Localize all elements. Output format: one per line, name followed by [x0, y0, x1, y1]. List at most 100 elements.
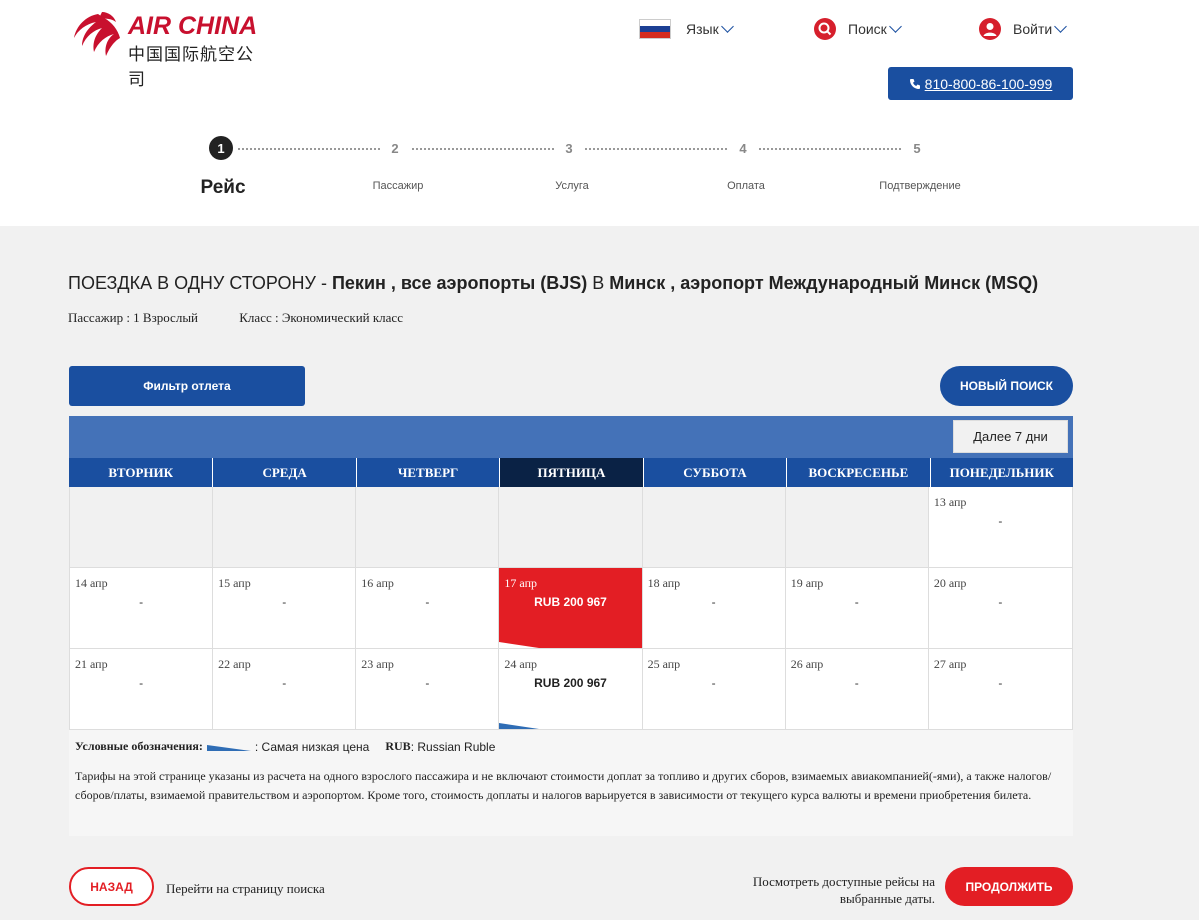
login-label: Войти	[1013, 21, 1053, 37]
day-price: -	[854, 676, 859, 690]
login-menu[interactable]: Войти	[979, 16, 1068, 42]
day-date: 21 апр	[75, 657, 108, 671]
day-price: -	[998, 514, 1003, 528]
fare-notes: Тарифы на этой странице указаны из расче…	[75, 769, 1052, 802]
calendar-day-cell[interactable]: 22 апр -	[213, 649, 357, 730]
step-1-label: Рейс	[200, 177, 246, 198]
day-price: RUB 200 967	[534, 595, 607, 609]
day-price: -	[854, 595, 859, 609]
search-menu[interactable]: Поиск	[814, 16, 902, 42]
lowest-price-marker-icon	[499, 642, 540, 648]
calendar-day-cell[interactable]: 24 апр RUB 200 967	[499, 649, 643, 730]
brand-name: AIR CHINA	[128, 12, 258, 40]
calendar-day-cell[interactable]: 17 апр RUB 200 967	[499, 568, 643, 649]
day-date: 19 апр	[790, 576, 824, 590]
calendar-day-cell[interactable]: 21 апр -	[70, 649, 214, 730]
calendar-cell-empty	[642, 487, 786, 568]
step-2-label: Пассажир	[372, 180, 424, 192]
calendar-day-cell[interactable]: 15 апр -	[213, 568, 357, 649]
continue-button[interactable]: ПРОДОЛЖИТЬ	[945, 867, 1073, 906]
day-price: -	[282, 595, 287, 609]
day-price: -	[998, 595, 1003, 609]
day-date: 23 апр	[361, 657, 394, 671]
legend-currency-name: : Russian Ruble	[410, 739, 496, 754]
day-date: 15 апр	[218, 576, 251, 590]
legend-title: Условные обозначения:	[75, 739, 203, 753]
trip-meta: Пассажир : 1 Взрослый Класс : Экономичес…	[68, 310, 441, 326]
step-connector	[412, 148, 554, 150]
russia-flag-icon	[639, 19, 671, 39]
calendar-day-cell[interactable]: 18 апр -	[642, 568, 786, 649]
language-menu[interactable]: Язык	[639, 16, 734, 42]
calendar-day-cell[interactable]: 13 апр -	[928, 487, 1072, 568]
calendar-cell-empty	[356, 487, 500, 568]
step-5-dot: 5	[913, 140, 921, 156]
day-date: 17 апр	[504, 576, 538, 590]
calendar-day-cell[interactable]: 23 апр -	[356, 649, 500, 730]
trip-title: ПОЕЗДКА В ОДНУ СТОРОНУ - Пекин , все аэр…	[68, 273, 1038, 294]
step-4-dot: 4	[739, 140, 747, 156]
step-connector	[759, 148, 901, 150]
header: AIR CHINA 中国国际航空公司 Язык Поиск Войти 810-…	[0, 0, 1199, 226]
calendar-day-cell[interactable]: 16 апр -	[356, 568, 500, 649]
step-4-label: Оплата	[727, 180, 765, 192]
user-icon	[979, 18, 1001, 40]
trip-type: ПОЕЗДКА В ОДНУ СТОРОНУ -	[68, 273, 332, 293]
language-label: Язык	[686, 21, 719, 37]
calendar-day-cell[interactable]: 26 апр -	[785, 649, 929, 730]
passenger-count: Пассажир : 1 Взрослый	[68, 310, 199, 325]
calendar-day-cell[interactable]: 27 апр -	[928, 649, 1072, 730]
day-date: 14 апр	[75, 576, 108, 590]
trip-origin: Пекин , все аэропорты (BJS)	[331, 273, 588, 293]
calendar-day-cell[interactable]: 25 апр -	[642, 649, 786, 730]
brand-name-cn: 中国国际航空公司	[128, 45, 254, 90]
phoenix-logo-icon	[74, 12, 120, 56]
day-price: -	[282, 676, 287, 690]
filter-departure-button[interactable]: Фильтр отлета	[69, 366, 305, 406]
step-connector	[585, 148, 727, 150]
legend: Условные обозначения: : Самая низкая цен…	[75, 739, 495, 754]
day-date: 18 апр	[647, 576, 681, 590]
legend-lowest-label: : Самая низкая цена	[254, 739, 370, 754]
day-date: 20 апр	[933, 576, 967, 590]
weekday-header: ЧЕТВЕРГ	[355, 458, 499, 487]
step-1-dot: 1	[209, 136, 233, 160]
trip-connector: В	[587, 273, 610, 293]
day-date: 22 апр	[218, 657, 251, 671]
day-price: -	[425, 676, 430, 690]
air-china-logo[interactable]: AIR CHINA 中国国际航空公司	[68, 8, 258, 90]
step-5-label: Подтверждение	[879, 180, 961, 192]
day-date: 13 апр	[933, 495, 967, 509]
calendar-day-cell[interactable]: 14 апр -	[70, 568, 214, 649]
day-price: -	[139, 595, 144, 609]
chevron-down-icon	[888, 20, 902, 33]
step-connector	[238, 148, 380, 150]
calendar-day-cell[interactable]: 20 апр -	[928, 568, 1072, 649]
search-label: Поиск	[848, 21, 887, 37]
new-search-button[interactable]: НОВЫЙ ПОИСК	[940, 366, 1073, 406]
back-hint: Перейти на страницу поиска	[166, 881, 325, 896]
trip-destination: Минск , аэропорт Международный Минск (MS…	[609, 273, 1039, 293]
step-2-dot: 2	[391, 140, 399, 156]
step-3-label: Услуга	[555, 180, 589, 192]
day-date: 26 апр	[790, 657, 824, 671]
weekday-header: ПОНЕДЕЛЬНИК	[929, 458, 1073, 487]
next-week-button[interactable]: Далее 7 дни	[953, 420, 1068, 453]
fare-calendar: 13 апр - 14 апр - 15 апр - 16 апр - 17 апр RUB 20…	[69, 487, 1073, 730]
day-price: RUB 200 967	[534, 676, 607, 690]
calendar-cell-empty	[499, 487, 643, 568]
day-price: -	[998, 676, 1003, 690]
calendar-day-cell[interactable]: 19 апр -	[785, 568, 929, 649]
weekday-header: СРЕДА	[212, 458, 355, 487]
day-price: -	[425, 595, 430, 609]
phone-button[interactable]: 810-800-86-100-999	[888, 67, 1073, 100]
weekday-header: СУББОТА	[642, 458, 786, 487]
day-price: -	[711, 676, 716, 690]
back-button[interactable]: НАЗАД	[69, 867, 154, 906]
calendar-cell-empty	[70, 487, 214, 568]
step-3-dot: 3	[565, 140, 573, 156]
calendar-toolbar: Далее 7 дни	[69, 416, 1073, 458]
cabin-class: Класс : Экономический класс	[239, 310, 403, 325]
lowest-price-marker-icon	[206, 744, 251, 751]
weekday-header: ВОСКРЕСЕНЬЕ	[786, 458, 929, 487]
